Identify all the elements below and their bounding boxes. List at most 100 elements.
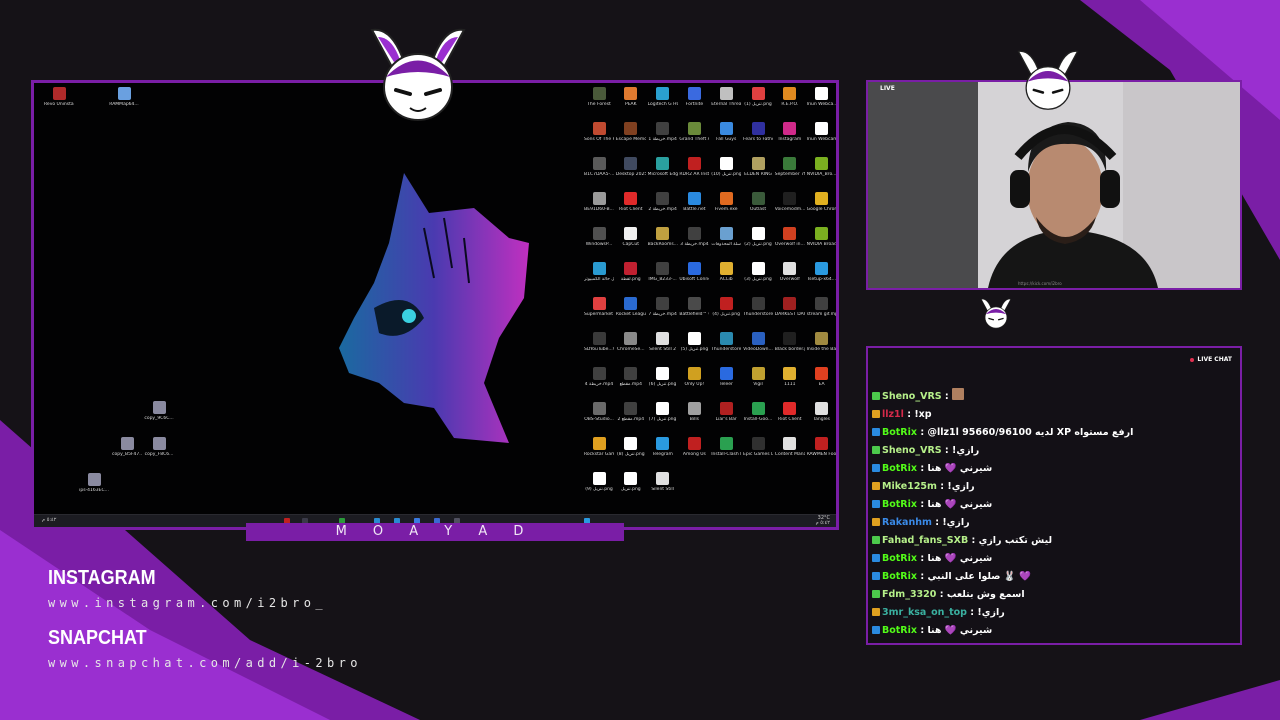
desktop-icon[interactable]: R.E.P.O. <box>775 87 805 107</box>
desktop-icon[interactable]: تنزيل (3).png <box>743 262 773 282</box>
desktop-icon[interactable]: Sons Of The Forest <box>584 122 614 142</box>
desktop-icon[interactable]: IMG_8233-... <box>648 262 678 282</box>
desktop-icon[interactable]: Teleer <box>711 367 741 387</box>
desktop-icon[interactable]: Iriun Webcam <box>807 122 836 142</box>
desktop-icon[interactable]: تنزيل (9).png <box>584 472 614 492</box>
desktop-icon[interactable]: Ubisoft Connect <box>679 262 709 282</box>
desktop-icon[interactable]: EA <box>807 367 836 387</box>
desktop-icon[interactable]: لقطة.png <box>616 262 646 282</box>
desktop-icon[interactable]: Fears to Fathom... <box>743 122 773 142</box>
desktop-icon[interactable]: Thunderstore Mod Mana... <box>743 297 773 317</box>
desktop-icon[interactable]: تنزيل (5).png <box>679 332 709 352</box>
desktop-icon[interactable]: تنزيل (8).png <box>616 437 646 457</box>
desktop-icon[interactable]: مقطع.mp4 <box>616 367 646 387</box>
chat-username[interactable]: Rakanhm <box>882 517 932 528</box>
desktop-icon[interactable]: RDR2 AR Installer_PC... <box>679 157 709 177</box>
desktop-icon[interactable]: PEAK <box>616 87 646 107</box>
desktop-icon[interactable]: RAMMap64... <box>109 87 139 107</box>
desktop-icon[interactable]: Content Manager.exe <box>775 437 805 457</box>
chat-username[interactable]: BotRix <box>882 499 917 510</box>
desktop-icon[interactable]: WindowsP... <box>584 227 614 247</box>
desktop-icon[interactable]: ips-4163EC... <box>79 473 109 493</box>
desktop-icon[interactable]: تنزيل (1).png <box>743 87 773 107</box>
desktop-icon[interactable]: خريطة 4.mp4 <box>584 367 614 387</box>
desktop-icon[interactable]: CapCut <box>616 227 646 247</box>
desktop-icon[interactable]: BackRooms... <box>648 227 678 247</box>
desktop-icon[interactable]: Black border.png <box>775 332 805 352</box>
desktop-icon[interactable]: Supermarket Together <box>584 297 614 317</box>
chat-username[interactable]: Sheno_VRS <box>882 445 942 456</box>
chat-username[interactable]: Sheno_VRS <box>882 391 942 402</box>
desktop-icon[interactable]: BE91D60-B... <box>584 192 614 212</box>
desktop-icon[interactable]: تنزيل (10).png <box>711 157 741 177</box>
desktop-icon[interactable]: Voicemodm... <box>775 192 805 212</box>
desktop-icon[interactable]: ChromeSe... <box>616 332 646 352</box>
desktop-icon[interactable]: Fortnite <box>679 87 709 107</box>
desktop-icon[interactable]: Logitech G HUB <box>648 87 678 107</box>
desktop-icon[interactable]: Thunderstore Mod Mana... <box>711 332 741 352</box>
desktop-icon[interactable]: Vigil <box>743 367 773 387</box>
desktop-icon[interactable]: تحميل حالة الكمبيوتر <box>584 262 614 282</box>
desktop-icon[interactable]: Overwolf <box>775 262 805 282</box>
desktop-icon[interactable]: Desktop 2025.08.20 -... <box>616 157 646 177</box>
chat-username[interactable]: Fahad_fans_SXB <box>882 535 968 546</box>
desktop-icon[interactable]: September 7th <box>775 157 805 177</box>
desktop-icon[interactable]: تنزيل (2).png <box>743 227 773 247</box>
desktop-icon[interactable]: Silent Still 2 <box>648 332 678 352</box>
desktop-icon[interactable]: تنزيل.png <box>616 472 646 492</box>
desktop-icon[interactable]: Install-Clash Royale-Goo... <box>711 437 741 457</box>
chat-username[interactable]: BotRix <box>882 463 917 474</box>
desktop-icon[interactable]: خريطة 2.mp4 <box>648 192 678 212</box>
chat-username[interactable]: Fdm_3320 <box>882 589 936 600</box>
desktop-icon[interactable]: Outlast <box>743 192 773 212</box>
desktop-icon[interactable]: Silent Still <box>648 472 678 492</box>
snapchat-url[interactable]: www.snapchat.com/add/i-2bro <box>48 656 362 670</box>
desktop-icon[interactable]: Epic Games Launcher <box>743 437 773 457</box>
chat-username[interactable]: Mike125m <box>882 481 937 492</box>
desktop-icon[interactable]: DARKEST DAYS <box>775 297 805 317</box>
desktop-icon[interactable]: SDYouTube...Vc بترجمة <box>584 332 614 352</box>
desktop-icon[interactable]: Tsetup-x64... <box>807 262 836 282</box>
desktop-icon[interactable]: خريطة 7.mp4 <box>648 297 678 317</box>
chat-username[interactable]: BotRix <box>882 625 917 636</box>
chat-username[interactable]: BotRix <box>882 553 917 564</box>
desktop-icon[interactable]: تنزيل (7).png <box>648 402 678 422</box>
desktop-icon[interactable]: VideoDown... <box>743 332 773 352</box>
desktop-icon[interactable]: Overwolf in... <box>775 227 805 247</box>
desktop-icon[interactable]: 1111 <box>775 367 805 387</box>
chat-username[interactable]: 3mr_ksa_on_top <box>882 607 967 618</box>
desktop-icon[interactable]: Install-Goo... <box>743 402 773 422</box>
desktop-icon[interactable]: خريطة 3.mp4 <box>679 227 709 247</box>
desktop-icon[interactable]: NVIDIA Broadcast <box>807 227 836 247</box>
desktop-icon[interactable]: Telegram <box>648 437 678 457</box>
chat-username[interactable]: llz1l <box>882 409 904 420</box>
desktop-icon[interactable]: Among Us <box>679 437 709 457</box>
desktop-icon[interactable]: تنزيل (6).png <box>648 367 678 387</box>
desktop-icon[interactable]: copy_F8C6... <box>144 437 174 457</box>
desktop-icon[interactable]: Riot Client <box>775 402 805 422</box>
desktop-icon[interactable]: سلة المحذوفات <box>711 227 741 247</box>
desktop-icon[interactable]: Revo Uninstaller <box>44 87 74 107</box>
instagram-url[interactable]: www.instagram.com/i2bro_ <box>48 596 327 610</box>
desktop-icon[interactable]: Microsoft Edge <box>648 157 678 177</box>
desktop-icon[interactable]: Battle.net <box>679 192 709 212</box>
live-chat-panel[interactable]: LIVE CHAT Sheno_VRS : llz1l : !xp BotRix … <box>866 346 1242 645</box>
desktop-icon[interactable]: B1C7DAA5-... <box>584 157 614 177</box>
desktop-icon[interactable]: Google Chrome <box>807 192 836 212</box>
chat-username[interactable]: BotRix <box>882 571 917 582</box>
desktop-icon[interactable]: Battlefield™ 6 Open Beta <box>679 297 709 317</box>
desktop-icon[interactable]: RAWMEN Food Fight... <box>807 437 836 457</box>
desktop-icon[interactable]: Fall Guys <box>711 122 741 142</box>
desktop-icon[interactable]: Eternal Threads <box>711 87 741 107</box>
desktop-icon[interactable]: ACLib <box>711 262 741 282</box>
desktop-icon[interactable]: Iriun Webca... <box>807 87 836 107</box>
desktop-icon[interactable]: The Forest <box>584 87 614 107</box>
desktop-icon[interactable]: Riot Client <box>616 192 646 212</box>
chat-username[interactable]: BotRix <box>882 427 917 438</box>
desktop-icon[interactable]: Rockstar Games ... <box>584 437 614 457</box>
desktop-icon[interactable]: stream gif.mp4 <box>807 297 836 317</box>
desktop-icon[interactable]: copy_9C6C... <box>144 401 174 421</box>
desktop-icon[interactable]: خريطة 1.mp4 <box>648 122 678 142</box>
desktop-icon[interactable]: copy_B5F47... <box>112 437 142 457</box>
desktop-icon[interactable]: مقطع 2.mp4 <box>616 402 646 422</box>
